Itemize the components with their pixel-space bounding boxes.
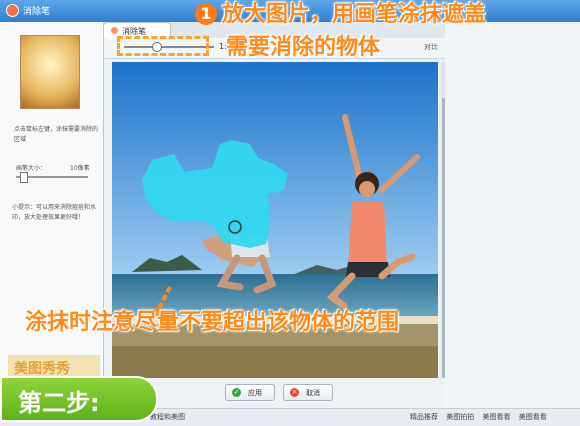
step-two-text: 第二步: xyxy=(18,389,100,417)
status-link-kan[interactable]: 美图看看 xyxy=(482,413,510,421)
brush-size-value: 10像素 xyxy=(70,165,90,172)
left-panel: 点击鼠标左键，涂抹需要消除的区域 画笔大小： 10像素 小提示：可以用来消除痘痘… xyxy=(0,22,104,412)
photo-illustration xyxy=(112,62,438,402)
check-icon: ✓ xyxy=(232,388,241,397)
cancel-button[interactable]: × 取消 xyxy=(283,384,333,401)
status-right-links: 精品推荐 美图拍拍 美图看看 美图看看 xyxy=(410,412,553,422)
tip-text: 小提示：可以用来消除痘痘和水印，放大处理效果更好哦！ xyxy=(12,204,97,221)
app-window: 消除笔 点击鼠标左键，涂抹需要消除的区域 画笔大小： 10像素 小提示：可以用来… xyxy=(0,0,580,426)
usage-hint: 点击鼠标左键，涂抹需要消除的区域 xyxy=(14,126,99,143)
status-link-kan-2[interactable]: 美图看看 xyxy=(519,413,547,421)
cancel-button-label: 取消 xyxy=(306,389,320,397)
photo-canvas[interactable] xyxy=(112,62,438,402)
apply-button[interactable]: ✓ 应用 xyxy=(225,384,275,401)
instruction-line-3: 涂抹时注意尽量不要超出该物体的范围 xyxy=(25,310,400,335)
brush-size-label: 画笔大小： xyxy=(16,165,47,172)
right-panel xyxy=(445,22,580,412)
close-icon: × xyxy=(290,388,299,397)
eraser-icon xyxy=(111,27,118,34)
status-link-recommend[interactable]: 精品推荐 xyxy=(410,413,438,421)
editor-area: 1: 对比 xyxy=(103,38,446,412)
compare-button[interactable]: 对比 xyxy=(424,42,438,52)
window-title: 消除笔 xyxy=(23,7,51,17)
brush-size-slider-handle[interactable] xyxy=(20,172,28,183)
zoom-highlight-box xyxy=(117,36,209,56)
instruction-line-1: 放大图片，用画笔涂抹遮盖 xyxy=(222,2,487,27)
step-number-badge: 1 xyxy=(195,3,217,25)
eraser-preview-thumbnail xyxy=(20,35,80,109)
app-logo-icon xyxy=(6,4,19,17)
apply-button-label: 应用 xyxy=(248,389,262,397)
instruction-line-2: 需要消除的物体 xyxy=(226,35,381,60)
status-left-link[interactable]: 教程和美图 xyxy=(150,412,185,422)
status-link-pai[interactable]: 美图拍拍 xyxy=(446,413,474,421)
brand-logo-text: 美图秀秀 xyxy=(14,361,70,377)
